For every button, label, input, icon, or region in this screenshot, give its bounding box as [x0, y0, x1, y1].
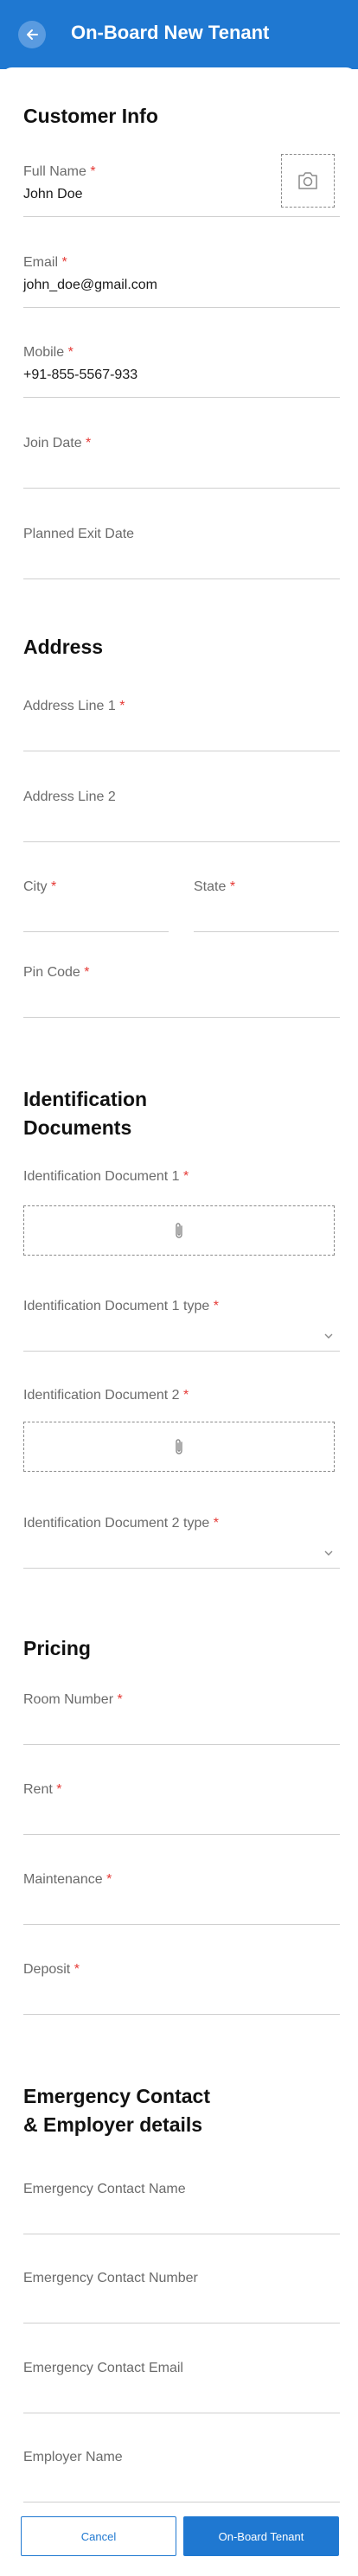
emergency-name-label: Emergency Contact Name: [23, 2182, 186, 2196]
paperclip-icon: [176, 1223, 182, 1238]
join-date-field[interactable]: Join Date *: [23, 434, 340, 489]
address-line1-field[interactable]: Address Line 1 *: [23, 697, 340, 752]
field-underline: [23, 1834, 340, 1835]
room-number-label: Room Number: [23, 1692, 114, 1707]
address-line1-label: Address Line 1: [23, 699, 116, 713]
emergency-number-field[interactable]: Emergency Contact Number: [23, 2269, 340, 2324]
mobile-field[interactable]: Mobile * +91-855-5567-933: [23, 343, 340, 399]
email-label: Email: [23, 255, 59, 270]
required-marker: *: [90, 164, 96, 179]
rent-field[interactable]: Rent *: [23, 1780, 340, 1836]
required-marker: *: [86, 436, 92, 451]
field-underline: [194, 931, 339, 932]
doc2-label-row: Identification Document 2 *: [23, 1386, 340, 1407]
section-title-address: Address: [23, 636, 104, 658]
cancel-button[interactable]: Cancel: [21, 2516, 176, 2556]
field-underline: [23, 2014, 340, 2015]
footer-actions: Cancel On-Board Tenant: [0, 2504, 358, 2576]
back-arrow-icon: [27, 29, 38, 40]
required-marker: *: [183, 1169, 189, 1184]
exit-date-label: Planned Exit Date: [23, 527, 135, 541]
section-title-emergency: Emergency Contact: [23, 2085, 211, 2107]
section-title-pricing: Pricing: [23, 1637, 91, 1659]
employer-name-label: Employer Name: [23, 2450, 123, 2464]
doc1-type-label: Identification Document 1 type: [23, 1299, 210, 1314]
required-marker: *: [84, 965, 90, 980]
camera-icon: [298, 172, 317, 189]
city-label: City: [23, 879, 48, 894]
required-marker: *: [51, 879, 57, 894]
address-line2-label: Address Line 2: [23, 789, 116, 804]
email-value[interactable]: john_doe@gmail.com: [23, 276, 340, 295]
doc1-upload[interactable]: [23, 1205, 335, 1256]
required-marker: *: [119, 699, 125, 713]
rent-label: Rent: [23, 1782, 53, 1797]
mobile-label: Mobile: [23, 345, 65, 360]
emergency-email-field[interactable]: Emergency Contact Email: [23, 2359, 340, 2414]
address-line2-field[interactable]: Address Line 2: [23, 788, 340, 843]
maintenance-label: Maintenance: [23, 1872, 103, 1887]
required-marker: *: [213, 1516, 219, 1531]
room-number-field[interactable]: Room Number *: [23, 1691, 340, 1746]
field-underline: [23, 1017, 340, 1018]
required-marker: *: [67, 345, 74, 360]
required-marker: *: [61, 255, 67, 270]
field-underline: [23, 1744, 340, 1745]
emergency-number-label: Emergency Contact Number: [23, 2271, 198, 2285]
field-underline: [23, 578, 340, 579]
field-underline: [23, 2323, 340, 2324]
field-underline: [23, 841, 340, 842]
required-marker: *: [106, 1872, 112, 1887]
required-marker: *: [183, 1388, 189, 1403]
email-field[interactable]: Email * john_doe@gmail.com: [23, 253, 340, 309]
section-title-identification-2: Documents: [23, 1116, 132, 1139]
city-field[interactable]: City *: [23, 878, 169, 933]
doc2-label: Identification Document 2: [23, 1388, 180, 1403]
field-underline: [23, 931, 169, 932]
full-name-label: Full Name: [23, 164, 86, 179]
page-title: On-Board New Tenant: [71, 22, 270, 43]
section-title-customer-info: Customer Info: [23, 105, 158, 127]
doc2-upload[interactable]: [23, 1422, 335, 1472]
doc1-type-select[interactable]: Identification Document 1 type *: [23, 1297, 340, 1352]
required-marker: *: [229, 879, 236, 894]
employer-name-field[interactable]: Employer Name: [23, 2448, 340, 2503]
field-underline: [23, 1568, 340, 1569]
photo-upload[interactable]: [281, 154, 335, 208]
field-underline: [23, 397, 340, 398]
required-marker: *: [56, 1782, 62, 1797]
doc1-label: Identification Document 1: [23, 1169, 180, 1184]
exit-date-field[interactable]: Planned Exit Date: [23, 525, 340, 580]
required-marker: *: [74, 1962, 80, 1977]
chevron-down-icon[interactable]: [323, 1547, 335, 1559]
state-field[interactable]: State *: [194, 878, 339, 933]
field-underline: [23, 1351, 340, 1352]
section-title-identification: Identification: [23, 1088, 148, 1110]
pin-code-field[interactable]: Pin Code *: [23, 963, 340, 1019]
maintenance-field[interactable]: Maintenance *: [23, 1870, 340, 1926]
onboard-tenant-button[interactable]: On-Board Tenant: [183, 2516, 339, 2556]
field-underline: [23, 1924, 340, 1925]
doc2-type-select[interactable]: Identification Document 2 type *: [23, 1514, 340, 1569]
join-date-label: Join Date: [23, 436, 82, 451]
pin-code-label: Pin Code: [23, 965, 80, 980]
field-underline: [23, 216, 340, 217]
emergency-name-field[interactable]: Emergency Contact Name: [23, 2180, 340, 2235]
emergency-email-label: Emergency Contact Email: [23, 2361, 183, 2375]
chevron-down-icon[interactable]: [323, 1330, 335, 1342]
doc2-type-label: Identification Document 2 type: [23, 1516, 210, 1531]
deposit-field[interactable]: Deposit *: [23, 1960, 340, 2016]
required-marker: *: [117, 1692, 123, 1707]
required-marker: *: [213, 1299, 219, 1314]
app-header: On-Board New Tenant: [0, 0, 358, 69]
state-label: State: [194, 879, 227, 894]
field-underline: [23, 307, 340, 308]
section-title-emergency-2: & Employer details: [23, 2113, 203, 2136]
doc1-label-row: Identification Document 1 *: [23, 1167, 340, 1188]
back-button[interactable]: [18, 21, 46, 48]
deposit-label: Deposit: [23, 1962, 71, 1977]
paperclip-icon: [176, 1439, 182, 1454]
field-underline: [23, 488, 340, 489]
mobile-value[interactable]: +91-855-5567-933: [23, 366, 340, 385]
